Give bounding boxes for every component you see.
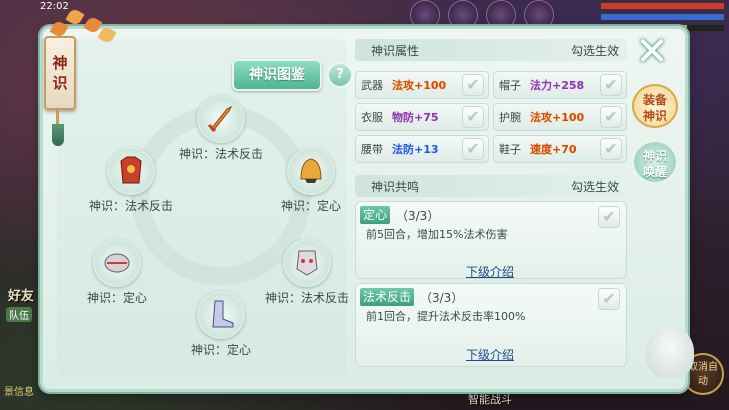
attributes-header: 神识属性 勾选生效 (355, 39, 627, 61)
attr-value: 法攻+100 (392, 79, 447, 92)
resonance-name: 法术反击 (360, 288, 415, 306)
panel-title-ribbon: 神 识 (44, 36, 76, 110)
ribbon-char: 识 (52, 74, 68, 92)
tab-label: 神识 (642, 149, 667, 163)
tab-label: 神识 (642, 109, 667, 123)
slot-label: 神识：定心 (190, 343, 251, 357)
attr-cell-clothes[interactable]: 衣服 物防+75 ✔ (355, 103, 489, 131)
help-button[interactable]: ? (327, 62, 353, 88)
team-tag[interactable]: 队伍 (6, 307, 32, 322)
checkbox-check-icon[interactable]: ✔ (598, 206, 620, 228)
checkbox-check-icon[interactable]: ✔ (462, 106, 484, 128)
gear-slot-hat[interactable]: 神识：定心 (251, 147, 371, 214)
resonance-header: 神识共鸣 勾选生效 (355, 175, 627, 197)
resonance-name: 定心 (360, 206, 391, 224)
slot-label: 神识：法术反击 (88, 199, 173, 213)
resonance-count: （3/3） (420, 291, 464, 305)
gear-slot-boots[interactable]: 神识：定心 (161, 291, 281, 358)
checkbox-check-icon[interactable]: ✔ (600, 106, 622, 128)
attr-slot-name: 腰带 (361, 143, 383, 156)
mp-bar (600, 13, 725, 21)
gear-slot-bracer[interactable]: 神识：定心 (57, 239, 177, 306)
attr-value: 法力+258 (530, 79, 585, 92)
next-level-link[interactable]: 下级介绍 (466, 346, 514, 363)
armor-icon (120, 156, 142, 184)
attr-value: 速度+70 (530, 143, 577, 156)
scene-info-text: 景信息 (4, 387, 34, 398)
gear-orb (283, 239, 331, 287)
mask-icon (296, 250, 318, 276)
resonance-hint: 勾选生效 (570, 180, 619, 194)
attr-slot-name: 护腕 (499, 111, 521, 124)
attribute-area: 神识属性 勾选生效 武器 法攻+100 ✔ 帽子 法力+258 ✔ 衣服 物防+… (355, 39, 627, 377)
attr-slot-name: 帽子 (499, 79, 521, 92)
resonance-desc: 前5回合，增加15%法术伤害 (366, 228, 508, 241)
checkbox-check-icon[interactable]: ✔ (462, 138, 484, 160)
shenshi-panel: 神识图鉴 ? 神识：法术反击 神识：法术反击 神识：定心 神识：定心 神识：法术… (40, 26, 688, 392)
slot-label: 神识：定心 (280, 199, 341, 213)
atlas-button[interactable]: 神识图鉴 (232, 59, 322, 91)
resonance-count: （3/3） (396, 209, 440, 223)
ribbon-char: 神 (52, 54, 68, 72)
gear-orb (197, 291, 245, 339)
attr-cell-hat[interactable]: 帽子 法力+258 ✔ (493, 71, 627, 99)
attr-slot-name: 鞋子 (499, 143, 521, 156)
attr-value: 法攻+100 (530, 111, 585, 124)
attr-value: 法防+13 (392, 143, 439, 156)
attr-value: 物防+75 (392, 111, 439, 124)
checkbox-check-icon[interactable]: ✔ (600, 74, 622, 96)
resonance-card-dingxin: 定心 （3/3） ✔ 前5回合，增加15%法术伤害 下级介绍 (355, 201, 627, 279)
checkbox-check-icon[interactable]: ✔ (600, 138, 622, 160)
bracer-icon (104, 253, 130, 273)
slot-label: 神识：定心 (86, 291, 147, 305)
gear-orb (287, 147, 335, 195)
sword-icon (207, 105, 233, 133)
checkbox-check-icon[interactable]: ✔ (598, 288, 620, 310)
attr-slot-name: 武器 (361, 79, 383, 92)
tab-label: 装备 (642, 93, 667, 107)
attr-cell-bracer[interactable]: 护腕 法攻+100 ✔ (493, 103, 627, 131)
tassel-icon (52, 108, 64, 148)
tab-equip-shenshi[interactable]: 装备 神识 (632, 84, 678, 128)
resonance-card-counter: 法术反击 （3/3） ✔ 前1回合，提升法术反击率100% 下级介绍 (355, 283, 627, 367)
tab-awaken-shenshi[interactable]: 神识 唤醒 (632, 140, 678, 184)
gear-wheel-area: 神识图鉴 ? 神识：法术反击 神识：法术反击 神识：定心 神识：定心 神识：法术… (57, 39, 353, 377)
resonance-desc: 前1回合，提升法术反击率100% (366, 310, 526, 323)
hp-bar (600, 2, 725, 10)
gear-orb (197, 95, 245, 143)
checkbox-check-icon[interactable]: ✔ (462, 74, 484, 96)
attr-cell-weapon[interactable]: 武器 法攻+100 ✔ (355, 71, 489, 99)
tab-label: 唤醒 (642, 165, 667, 179)
jade-statue-icon (646, 326, 694, 378)
top-icon-bar (410, 0, 554, 30)
helmet-icon (300, 158, 322, 183)
gear-orb (107, 147, 155, 195)
attr-cell-shoes[interactable]: 鞋子 速度+70 ✔ (493, 135, 627, 163)
attributes-hint: 勾选生效 (570, 44, 619, 58)
attr-cell-belt[interactable]: 腰带 法防+13 ✔ (355, 135, 489, 163)
attributes-title: 神识属性 (371, 44, 420, 58)
smart-battle-label[interactable]: 智能战斗 (468, 391, 512, 407)
gear-slot-armor[interactable]: 神识：法术反击 (71, 147, 191, 214)
resonance-title: 神识共鸣 (371, 180, 420, 194)
boots-icon (212, 300, 234, 328)
next-level-link[interactable]: 下级介绍 (466, 263, 514, 280)
gear-orb (93, 239, 141, 287)
close-icon[interactable]: ✕ (630, 32, 674, 72)
attr-slot-name: 衣服 (361, 111, 383, 124)
